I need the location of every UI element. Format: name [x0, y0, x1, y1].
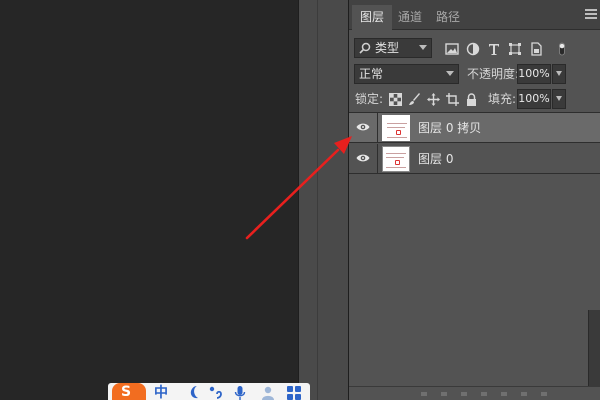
chevron-down-icon [556, 96, 562, 101]
opacity-slider-button[interactable] [552, 64, 566, 84]
tab-channels[interactable]: 通道 [390, 5, 430, 30]
layer-mask-icon[interactable] [461, 392, 467, 396]
eye-icon [356, 154, 370, 162]
chevron-down-icon [446, 71, 454, 76]
layers-list: 图层 0 拷贝 图层 0 [349, 112, 600, 174]
lock-label: 锁定: [355, 92, 384, 106]
panel-tab-bar: 图层 通道 路径 [349, 0, 600, 30]
chevron-down-icon [556, 71, 562, 76]
lock-transparent-icon[interactable] [389, 93, 402, 106]
filter-kind-label: 类型 [375, 41, 400, 55]
document-canvas[interactable] [0, 0, 298, 400]
ime-toolbar: S 中 [108, 383, 310, 400]
lock-image-icon[interactable] [408, 93, 421, 106]
filter-kind-select[interactable]: 类型 [354, 38, 432, 58]
layer-row-copy[interactable]: 图层 0 拷贝 [349, 113, 600, 143]
search-icon [359, 42, 371, 54]
type-filter-icon[interactable] [487, 42, 501, 56]
fill-slider-button[interactable] [552, 89, 566, 109]
layer-name[interactable]: 图层 0 [418, 144, 453, 174]
tab-layers[interactable]: 图层 [352, 5, 393, 30]
layer-thumbnail [382, 146, 410, 172]
panel-dock-gutter [298, 0, 348, 400]
image-filter-icon[interactable] [445, 42, 459, 56]
chevron-down-icon [419, 45, 427, 50]
fill-label: 填充: [488, 92, 517, 106]
ime-brand-glyph: S [121, 384, 132, 400]
blend-mode-value: 正常 [359, 67, 384, 81]
visibility-toggle[interactable] [349, 113, 378, 143]
blend-row: 正常 不透明度: 100% [349, 63, 600, 85]
new-layer-icon[interactable] [521, 392, 527, 396]
layers-panel-footer [349, 386, 600, 400]
adjustment-filter-icon[interactable] [466, 42, 480, 56]
punctuation-icon[interactable] [208, 385, 224, 400]
ime-mode-toggle[interactable]: 中 [154, 383, 172, 400]
tab-paths[interactable]: 路径 [428, 5, 468, 30]
filter-toggle-icon[interactable] [555, 42, 569, 56]
lock-position-icon[interactable] [427, 93, 440, 106]
smart-object-filter-icon[interactable] [529, 42, 543, 56]
dock-divider [317, 0, 318, 400]
trash-icon[interactable] [541, 392, 547, 396]
layers-panel: 图层 通道 路径 类型 正常 不透明度: 100% 锁定: 填充: 100% 图… [348, 0, 600, 400]
panel-scrollbar[interactable] [588, 310, 600, 386]
fill-field[interactable]: 100% [517, 89, 551, 109]
grid-icon[interactable] [286, 385, 302, 400]
eye-icon [356, 123, 370, 131]
ime-logo-button[interactable]: S [112, 383, 146, 400]
layer-filter-row: 类型 [349, 36, 600, 60]
visibility-toggle[interactable] [349, 144, 378, 174]
layer-style-icon[interactable] [441, 392, 447, 396]
group-icon[interactable] [501, 392, 507, 396]
panel-menu-icon[interactable] [585, 9, 597, 19]
microphone-icon[interactable] [232, 385, 248, 400]
opacity-label: 不透明度: [467, 67, 520, 81]
moon-icon[interactable] [188, 385, 204, 400]
blend-mode-select[interactable]: 正常 [354, 64, 459, 84]
lock-all-icon[interactable] [465, 93, 478, 106]
lock-row: 锁定: 填充: 100% [349, 89, 600, 111]
layer-name[interactable]: 图层 0 拷贝 [418, 113, 481, 143]
layer-row-base[interactable]: 图层 0 [349, 144, 600, 174]
shape-filter-icon[interactable] [508, 42, 522, 56]
layer-thumbnail [382, 115, 410, 141]
adjustment-layer-icon[interactable] [481, 392, 487, 396]
user-icon[interactable] [260, 385, 276, 400]
link-layers-icon[interactable] [421, 392, 427, 396]
lock-artboard-icon[interactable] [446, 93, 459, 106]
opacity-field[interactable]: 100% [517, 64, 551, 84]
